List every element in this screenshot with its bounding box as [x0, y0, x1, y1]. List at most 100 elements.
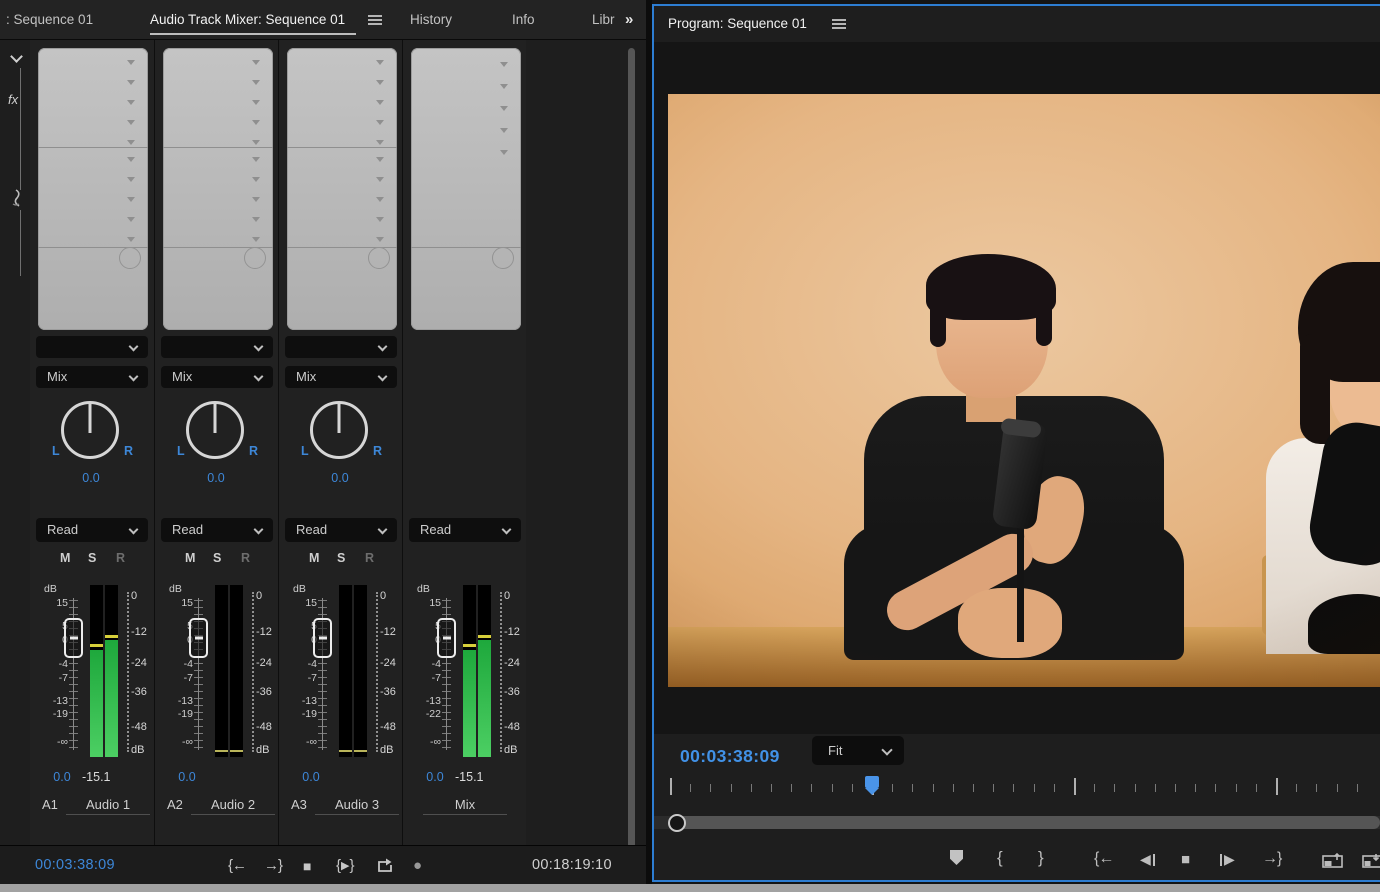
- mute-button[interactable]: M: [185, 551, 195, 565]
- pan-knob[interactable]: [310, 401, 368, 459]
- go-to-in-icon[interactable]: {←: [228, 846, 247, 885]
- effect-slot-arrow-icon[interactable]: [127, 217, 135, 222]
- effect-slot-arrow-icon[interactable]: [252, 177, 260, 182]
- solo-button[interactable]: S: [88, 551, 96, 565]
- fader-db-value[interactable]: 0.0: [169, 770, 205, 784]
- record-arm-button[interactable]: R: [241, 551, 250, 565]
- effect-slot-arrow-icon[interactable]: [500, 106, 508, 111]
- effect-slot-arrow-icon[interactable]: [376, 177, 384, 182]
- stop-icon[interactable]: ■: [303, 846, 311, 885]
- pan-value[interactable]: 0.0: [186, 471, 246, 485]
- tab-history[interactable]: History: [410, 0, 452, 40]
- effect-slot-arrow-icon[interactable]: [376, 80, 384, 85]
- send-knob-placeholder[interactable]: [492, 247, 514, 269]
- lift-icon[interactable]: [1322, 852, 1344, 869]
- effect-slot-arrow-icon[interactable]: [376, 140, 384, 145]
- volume-fader-handle[interactable]: [313, 618, 332, 658]
- effect-slot-arrow-icon[interactable]: [252, 237, 260, 242]
- effect-slot-arrow-icon[interactable]: [252, 100, 260, 105]
- effect-slot-arrow-icon[interactable]: [376, 237, 384, 242]
- effect-slot-arrow-icon[interactable]: [127, 197, 135, 202]
- effect-slot-arrow-icon[interactable]: [127, 100, 135, 105]
- effect-slot-arrow-icon[interactable]: [376, 60, 384, 65]
- effect-slot-arrow-icon[interactable]: [500, 128, 508, 133]
- tab-info[interactable]: Info: [512, 0, 535, 40]
- send-knob-placeholder[interactable]: [244, 247, 266, 269]
- mute-button[interactable]: M: [60, 551, 70, 565]
- pan-knob[interactable]: [61, 401, 119, 459]
- program-zoom-handle[interactable]: [668, 814, 686, 832]
- record-arm-button[interactable]: R: [116, 551, 125, 565]
- volume-fader-handle[interactable]: [189, 618, 208, 658]
- program-panel-menu-icon[interactable]: [832, 19, 846, 21]
- effect-slot-arrow-icon[interactable]: [252, 120, 260, 125]
- program-playhead[interactable]: [865, 776, 879, 788]
- go-to-in-icon[interactable]: {←: [1094, 850, 1114, 868]
- input-select[interactable]: [36, 336, 148, 358]
- send-knob-placeholder[interactable]: [119, 247, 141, 269]
- pan-value[interactable]: 0.0: [310, 471, 370, 485]
- step-forward-icon[interactable]: ▶: [1220, 851, 1235, 868]
- automation-mode-select[interactable]: Read: [161, 518, 273, 542]
- effects-sends-panel[interactable]: [163, 48, 273, 330]
- effect-slot-arrow-icon[interactable]: [500, 84, 508, 89]
- play-in-to-out-icon[interactable]: {▶}: [336, 846, 355, 885]
- effect-slot-arrow-icon[interactable]: [127, 80, 135, 85]
- volume-fader-handle[interactable]: [64, 618, 83, 658]
- mixer-vertical-scrollbar[interactable]: [628, 48, 635, 848]
- output-assign-select[interactable]: Mix: [36, 366, 148, 388]
- stop-icon[interactable]: ■: [1181, 851, 1190, 868]
- track-name-field[interactable]: Mix: [423, 797, 507, 815]
- extract-icon[interactable]: [1362, 852, 1380, 869]
- mark-out-icon[interactable]: }: [1038, 848, 1044, 868]
- solo-button[interactable]: S: [213, 551, 221, 565]
- effect-slot-arrow-icon[interactable]: [252, 217, 260, 222]
- effect-slot-arrow-icon[interactable]: [127, 237, 135, 242]
- loop-playback-icon[interactable]: [376, 858, 395, 874]
- effects-sends-panel[interactable]: [411, 48, 521, 330]
- effect-slot-arrow-icon[interactable]: [376, 197, 384, 202]
- step-back-icon[interactable]: ◀: [1140, 851, 1155, 868]
- record-icon[interactable]: ●: [413, 846, 422, 885]
- effect-slot-arrow-icon[interactable]: [500, 150, 508, 155]
- track-name-field[interactable]: Audio 3: [315, 797, 399, 815]
- track-name-field[interactable]: Audio 1: [66, 797, 150, 815]
- effect-slot-arrow-icon[interactable]: [127, 60, 135, 65]
- effect-slot-arrow-icon[interactable]: [252, 197, 260, 202]
- effects-sends-panel[interactable]: [287, 48, 397, 330]
- panel-menu-icon[interactable]: [368, 15, 382, 17]
- effect-slot-arrow-icon[interactable]: [127, 140, 135, 145]
- effect-slot-arrow-icon[interactable]: [376, 100, 384, 105]
- program-zoom-scrollbar[interactable]: [670, 816, 1380, 829]
- tab-partial-sequence[interactable]: : Sequence 01: [6, 0, 93, 40]
- program-panel-title[interactable]: Program: Sequence 01: [668, 6, 807, 42]
- program-playhead-timecode[interactable]: 00:03:38:09: [680, 746, 780, 767]
- effect-slot-arrow-icon[interactable]: [252, 80, 260, 85]
- effect-slot-arrow-icon[interactable]: [127, 120, 135, 125]
- automation-mode-select[interactable]: Read: [409, 518, 521, 542]
- record-arm-button[interactable]: R: [365, 551, 374, 565]
- effect-slot-arrow-icon[interactable]: [252, 140, 260, 145]
- tab-overflow-chevron-icon[interactable]: »: [625, 11, 633, 28]
- output-assign-select[interactable]: Mix: [285, 366, 397, 388]
- effect-slot-arrow-icon[interactable]: [376, 217, 384, 222]
- input-select[interactable]: [161, 336, 273, 358]
- zoom-level-select[interactable]: Fit: [812, 736, 904, 765]
- effect-slot-arrow-icon[interactable]: [252, 60, 260, 65]
- pan-knob[interactable]: [186, 401, 244, 459]
- effect-slot-arrow-icon[interactable]: [376, 120, 384, 125]
- effects-sends-panel[interactable]: [38, 48, 148, 330]
- add-marker-icon[interactable]: [950, 850, 963, 865]
- output-assign-select[interactable]: Mix: [161, 366, 273, 388]
- fader-db-value[interactable]: 0.0: [293, 770, 329, 784]
- program-video-frame[interactable]: [668, 94, 1380, 687]
- effect-slot-arrow-icon[interactable]: [500, 62, 508, 67]
- solo-button[interactable]: S: [337, 551, 345, 565]
- tab-libraries[interactable]: Libr: [592, 0, 615, 40]
- effect-slot-arrow-icon[interactable]: [376, 157, 384, 162]
- program-mini-timeline-ruler[interactable]: [654, 774, 1380, 804]
- send-knob-placeholder[interactable]: [368, 247, 390, 269]
- effect-slot-arrow-icon[interactable]: [127, 157, 135, 162]
- automation-mode-select[interactable]: Read: [285, 518, 397, 542]
- go-to-out-icon[interactable]: →}: [1262, 850, 1282, 868]
